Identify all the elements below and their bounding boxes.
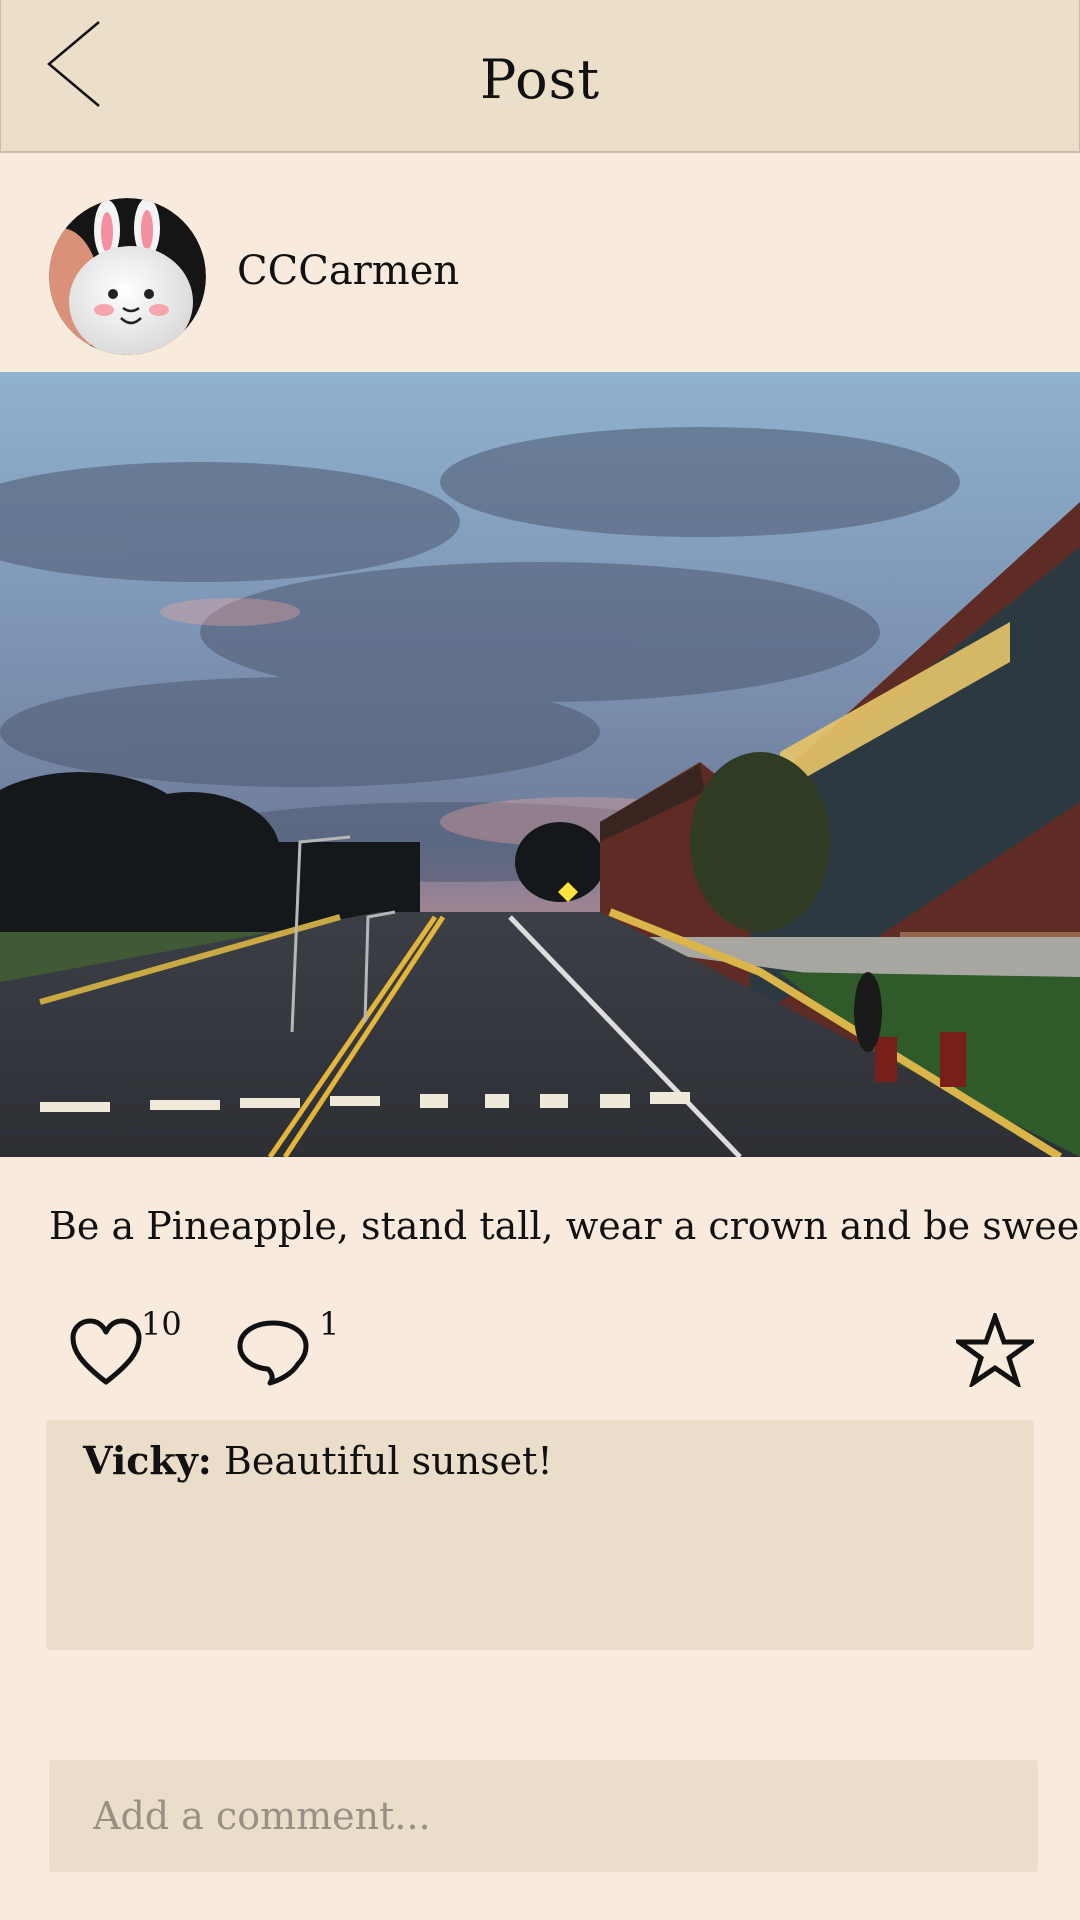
heart-icon — [70, 1318, 142, 1385]
username[interactable]: CCCarmen — [237, 248, 459, 294]
favorite-button[interactable] — [951, 1309, 1039, 1390]
comment-count: 1 — [319, 1305, 340, 1343]
star-icon — [951, 1309, 1039, 1390]
add-comment-input[interactable] — [49, 1760, 1038, 1872]
like-count: 10 — [141, 1305, 182, 1343]
page-title: Post — [479, 48, 601, 111]
comment-author[interactable]: Vicky: — [83, 1438, 212, 1483]
like-button[interactable] — [70, 1318, 142, 1386]
bunny-avatar-image — [49, 198, 206, 355]
avatar[interactable] — [49, 198, 206, 355]
speech-bubble-icon — [237, 1320, 309, 1386]
comment-text: Beautiful sunset! — [223, 1439, 553, 1483]
post-caption: Be a Pineapple, stand tall, wear a crown… — [49, 1204, 1080, 1248]
comment-list: Vicky: Beautiful sunset! — [46, 1420, 1034, 1650]
post-photo — [0, 372, 1080, 1157]
top-bar: Post — [0, 0, 1080, 153]
comment-button[interactable] — [236, 1318, 310, 1386]
comment-item: Vicky: Beautiful sunset! — [83, 1438, 997, 1483]
